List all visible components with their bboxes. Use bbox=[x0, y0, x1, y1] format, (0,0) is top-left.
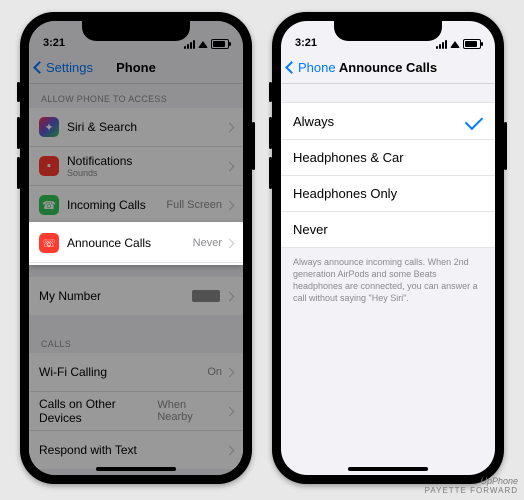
option-label: Headphones & Car bbox=[293, 150, 404, 165]
incoming-calls-icon: ☎ bbox=[39, 195, 59, 215]
footer-note: Always announce incoming calls. When 2nd… bbox=[281, 248, 495, 313]
cellular-icon bbox=[436, 40, 447, 49]
wifi-icon bbox=[198, 41, 208, 48]
row-value: On bbox=[207, 366, 222, 378]
chevron-right-icon bbox=[225, 161, 235, 171]
cellular-icon bbox=[184, 40, 195, 49]
row-calls-other-devices[interactable]: Calls on Other Devices When Nearby bbox=[29, 392, 243, 431]
status-time: 3:21 bbox=[295, 37, 317, 49]
options-group: Always Headphones & Car Headphones Only … bbox=[281, 102, 495, 248]
row-announce-calls[interactable]: ☏ Announce Calls Never bbox=[29, 224, 243, 263]
redacted-number bbox=[192, 290, 220, 302]
row-respond-text[interactable]: Respond with Text bbox=[29, 431, 243, 469]
chevron-right-icon bbox=[225, 122, 235, 132]
chevron-left-icon bbox=[285, 61, 298, 74]
group-allow: ✦ Siri & Search ▪ Notifications Sounds ☎ bbox=[29, 108, 243, 224]
phone-right: 3:21 Phone Announce Calls Always bbox=[272, 12, 504, 484]
row-incoming-calls[interactable]: ☎ Incoming Calls Full Screen bbox=[29, 186, 243, 224]
chevron-right-icon bbox=[225, 406, 235, 416]
status-time: 3:21 bbox=[43, 37, 65, 49]
row-label: Siri & Search bbox=[67, 120, 226, 134]
group-calls: Wi-Fi Calling On Calls on Other Devices … bbox=[29, 353, 243, 469]
chevron-right-icon bbox=[225, 238, 235, 248]
watermark: UpPhone PAYETTE FORWARD bbox=[425, 477, 518, 496]
option-label: Never bbox=[293, 222, 328, 237]
row-value: Full Screen bbox=[166, 199, 222, 211]
row-value: When Nearby bbox=[157, 399, 222, 423]
page-title: Phone bbox=[116, 60, 156, 75]
option-label: Always bbox=[293, 114, 334, 129]
row-label: Announce Calls bbox=[67, 236, 193, 250]
option-headphones-car[interactable]: Headphones & Car bbox=[281, 140, 495, 176]
nav-bar: Settings Phone bbox=[29, 51, 243, 84]
notch bbox=[334, 21, 442, 41]
chevron-right-icon bbox=[225, 367, 235, 377]
phone-left: 3:21 Settings Phone ALLOW PHONE TO ACCES… bbox=[20, 12, 252, 484]
option-headphones-only[interactable]: Headphones Only bbox=[281, 176, 495, 212]
siri-icon: ✦ bbox=[39, 117, 59, 137]
page-title: Announce Calls bbox=[339, 60, 437, 75]
chevron-left-icon bbox=[33, 61, 46, 74]
announce-calls-icon: ☏ bbox=[39, 233, 59, 253]
chevron-right-icon bbox=[225, 200, 235, 210]
back-label: Phone bbox=[298, 60, 336, 75]
chevron-right-icon bbox=[225, 445, 235, 455]
section-header-allow: ALLOW PHONE TO ACCESS bbox=[29, 84, 243, 108]
row-my-number[interactable]: My Number bbox=[29, 277, 243, 315]
row-label: Calls on Other Devices bbox=[39, 397, 157, 425]
row-label: Incoming Calls bbox=[67, 198, 166, 212]
row-label: My Number bbox=[39, 289, 192, 303]
home-indicator[interactable] bbox=[348, 467, 428, 471]
option-label: Headphones Only bbox=[293, 186, 397, 201]
option-always[interactable]: Always bbox=[281, 103, 495, 140]
notch bbox=[82, 21, 190, 41]
row-label: Wi-Fi Calling bbox=[39, 365, 207, 379]
back-button[interactable]: Settings bbox=[35, 51, 93, 83]
home-indicator[interactable] bbox=[96, 467, 176, 471]
row-wifi-calling[interactable]: Wi-Fi Calling On bbox=[29, 353, 243, 392]
screen-phone-settings: 3:21 Settings Phone ALLOW PHONE TO ACCES… bbox=[29, 21, 243, 475]
row-label: Respond with Text bbox=[39, 443, 226, 457]
wifi-icon bbox=[450, 41, 460, 48]
battery-icon bbox=[211, 39, 229, 49]
battery-icon bbox=[463, 39, 481, 49]
row-siri-search[interactable]: ✦ Siri & Search bbox=[29, 108, 243, 147]
row-label: Notifications Sounds bbox=[67, 154, 226, 178]
group-my-number: My Number bbox=[29, 277, 243, 315]
back-label: Settings bbox=[46, 60, 93, 75]
row-notifications[interactable]: ▪ Notifications Sounds bbox=[29, 147, 243, 186]
section-header-calls: CALLS bbox=[29, 329, 243, 353]
option-never[interactable]: Never bbox=[281, 212, 495, 248]
screen-announce-calls: 3:21 Phone Announce Calls Always bbox=[281, 21, 495, 475]
chevron-right-icon bbox=[225, 291, 235, 301]
notifications-icon: ▪ bbox=[39, 156, 59, 176]
nav-bar: Phone Announce Calls bbox=[281, 51, 495, 84]
checkmark-icon bbox=[465, 112, 483, 130]
back-button[interactable]: Phone bbox=[287, 51, 336, 83]
row-value: Never bbox=[193, 237, 222, 249]
